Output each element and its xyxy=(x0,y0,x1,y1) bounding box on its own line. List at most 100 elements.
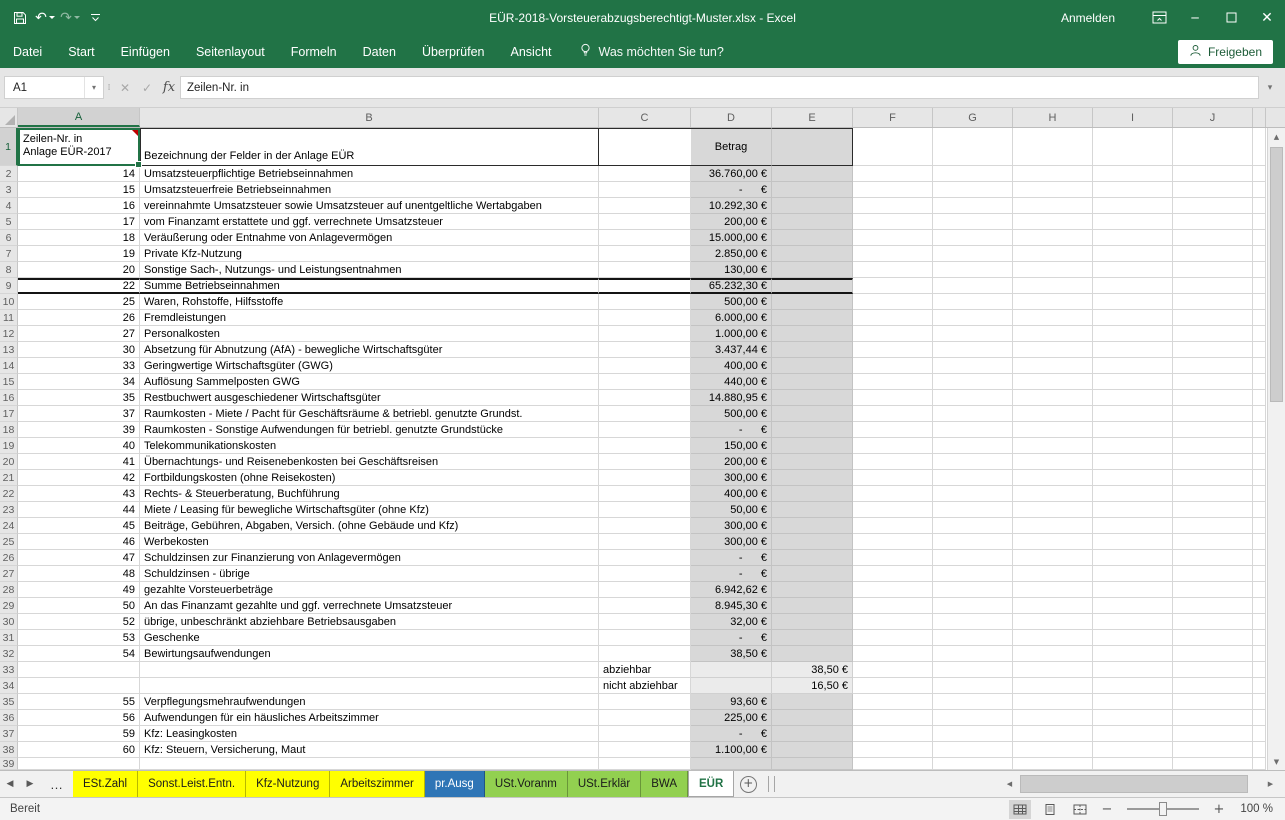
tab-scrollbar-splitter[interactable] xyxy=(768,776,775,792)
cell-J21[interactable] xyxy=(1173,470,1253,486)
cell-I18[interactable] xyxy=(1093,422,1173,438)
cell-E9[interactable] xyxy=(772,278,853,294)
cell-D7[interactable]: 2.850,00 € xyxy=(691,246,772,262)
undo-icon[interactable]: ↶ xyxy=(33,6,57,30)
cell-H4[interactable] xyxy=(1013,198,1093,214)
formula-bar-drag-handle[interactable]: ⁞ xyxy=(104,76,114,99)
cell-J7[interactable] xyxy=(1173,246,1253,262)
cell-H25[interactable] xyxy=(1013,534,1093,550)
cell-H11[interactable] xyxy=(1013,310,1093,326)
cell-D18[interactable]: - € xyxy=(691,422,772,438)
cell-E7[interactable] xyxy=(772,246,853,262)
cell-A30[interactable]: 52 xyxy=(18,614,140,630)
cell-H10[interactable] xyxy=(1013,294,1093,310)
cell-I16[interactable] xyxy=(1093,390,1173,406)
cell-F17[interactable] xyxy=(853,406,933,422)
cell-I22[interactable] xyxy=(1093,486,1173,502)
cell-F33[interactable] xyxy=(853,662,933,678)
cell-G3[interactable] xyxy=(933,182,1013,198)
cell-B37[interactable]: Kfz: Leasingkosten xyxy=(140,726,599,742)
cell-J1[interactable] xyxy=(1173,128,1253,166)
cell-H1[interactable] xyxy=(1013,128,1093,166)
cell-A34[interactable] xyxy=(18,678,140,694)
cell-C17[interactable] xyxy=(599,406,691,422)
cell-G1[interactable] xyxy=(933,128,1013,166)
cell-E30[interactable] xyxy=(772,614,853,630)
cell-D23[interactable]: 50,00 € xyxy=(691,502,772,518)
cell-K29[interactable] xyxy=(1253,598,1266,614)
cell-G28[interactable] xyxy=(933,582,1013,598)
cell-K30[interactable] xyxy=(1253,614,1266,630)
cell-K28[interactable] xyxy=(1253,582,1266,598)
row-header-36[interactable]: 36 xyxy=(0,710,18,726)
cell-C32[interactable] xyxy=(599,646,691,662)
row-header-17[interactable]: 17 xyxy=(0,406,18,422)
cell-K17[interactable] xyxy=(1253,406,1266,422)
cell-A33[interactable] xyxy=(18,662,140,678)
cell-C31[interactable] xyxy=(599,630,691,646)
sheet-tab-e-r[interactable]: EÜR xyxy=(688,771,734,797)
cell-E22[interactable] xyxy=(772,486,853,502)
cell-K35[interactable] xyxy=(1253,694,1266,710)
cell-F36[interactable] xyxy=(853,710,933,726)
cell-A24[interactable]: 45 xyxy=(18,518,140,534)
cell-K3[interactable] xyxy=(1253,182,1266,198)
sheet-tab-arbeitszimmer[interactable]: Arbeitszimmer xyxy=(330,771,424,797)
cell-K38[interactable] xyxy=(1253,742,1266,758)
cell-B14[interactable]: Geringwertige Wirtschaftsgüter (GWG) xyxy=(140,358,599,374)
cell-I29[interactable] xyxy=(1093,598,1173,614)
cell-I2[interactable] xyxy=(1093,166,1173,182)
column-header-H[interactable]: H xyxy=(1013,108,1093,127)
cell-H32[interactable] xyxy=(1013,646,1093,662)
cell-I35[interactable] xyxy=(1093,694,1173,710)
ribbon-tab-seitenlayout[interactable]: Seitenlayout xyxy=(183,35,278,68)
sheet-nav-right-icon[interactable]: ▶ xyxy=(20,771,40,797)
cell-K14[interactable] xyxy=(1253,358,1266,374)
row-header-1[interactable]: 1 xyxy=(0,128,18,166)
cell-J29[interactable] xyxy=(1173,598,1253,614)
cell-H12[interactable] xyxy=(1013,326,1093,342)
row-header-20[interactable]: 20 xyxy=(0,454,18,470)
cell-B26[interactable]: Schuldzinsen zur Finanzierung von Anlage… xyxy=(140,550,599,566)
cell-J31[interactable] xyxy=(1173,630,1253,646)
cell-A26[interactable]: 47 xyxy=(18,550,140,566)
cell-G26[interactable] xyxy=(933,550,1013,566)
cell-A31[interactable]: 53 xyxy=(18,630,140,646)
cell-H3[interactable] xyxy=(1013,182,1093,198)
cell-G2[interactable] xyxy=(933,166,1013,182)
cell-K1[interactable] xyxy=(1253,128,1266,166)
expand-formula-bar-icon[interactable]: ▾ xyxy=(1259,76,1281,99)
cell-G13[interactable] xyxy=(933,342,1013,358)
cell-I13[interactable] xyxy=(1093,342,1173,358)
cell-E1[interactable] xyxy=(772,128,853,166)
zoom-out-icon[interactable]: − xyxy=(1099,802,1115,817)
row-header-35[interactable]: 35 xyxy=(0,694,18,710)
cell-K9[interactable] xyxy=(1253,278,1266,294)
cell-C19[interactable] xyxy=(599,438,691,454)
cell-H2[interactable] xyxy=(1013,166,1093,182)
scroll-right-icon[interactable]: ▶ xyxy=(1262,780,1279,788)
cell-F10[interactable] xyxy=(853,294,933,310)
cell-H31[interactable] xyxy=(1013,630,1093,646)
cell-K11[interactable] xyxy=(1253,310,1266,326)
cell-C11[interactable] xyxy=(599,310,691,326)
cell-J9[interactable] xyxy=(1173,278,1253,294)
cell-J37[interactable] xyxy=(1173,726,1253,742)
cell-E19[interactable] xyxy=(772,438,853,454)
cell-F38[interactable] xyxy=(853,742,933,758)
cell-E23[interactable] xyxy=(772,502,853,518)
cell-K2[interactable] xyxy=(1253,166,1266,182)
cell-G24[interactable] xyxy=(933,518,1013,534)
cell-E21[interactable] xyxy=(772,470,853,486)
cell-B16[interactable]: Restbuchwert ausgeschiedener Wirtschafts… xyxy=(140,390,599,406)
cell-J4[interactable] xyxy=(1173,198,1253,214)
cell-C33[interactable]: abziehbar xyxy=(599,662,691,678)
cell-D35[interactable]: 93,60 € xyxy=(691,694,772,710)
cell-F18[interactable] xyxy=(853,422,933,438)
cell-F35[interactable] xyxy=(853,694,933,710)
cancel-entry-icon[interactable]: ✕ xyxy=(114,76,136,99)
cell-C14[interactable] xyxy=(599,358,691,374)
cell-C39[interactable] xyxy=(599,758,691,770)
cell-E32[interactable] xyxy=(772,646,853,662)
cell-G39[interactable] xyxy=(933,758,1013,770)
